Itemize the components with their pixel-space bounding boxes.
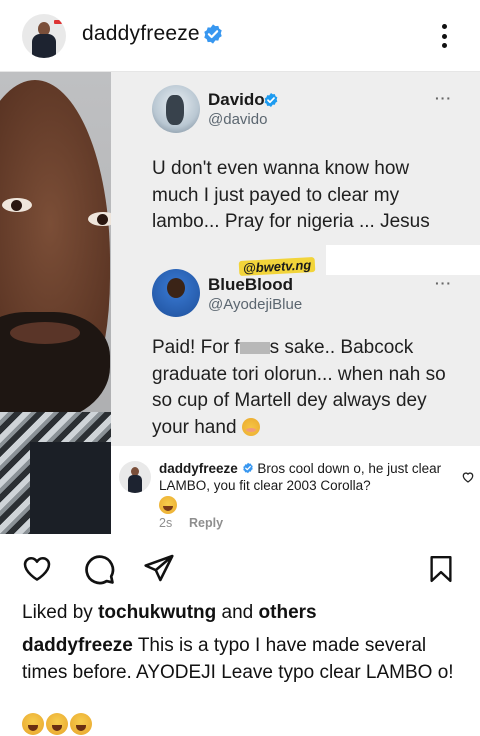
tweet-avatar bbox=[152, 85, 200, 133]
crying-laughing-emoji-icon bbox=[70, 713, 92, 735]
reply-button[interactable]: Reply bbox=[189, 516, 223, 530]
verified-badge-icon bbox=[264, 93, 278, 107]
watermark: @bwetv.ng bbox=[238, 257, 316, 276]
likes-summary[interactable]: Liked by tochukwutng and others bbox=[22, 602, 317, 624]
more-vertical-icon bbox=[441, 24, 447, 29]
post-image[interactable]: Davido @davido ··· U don't even wanna kn… bbox=[0, 72, 480, 534]
liked-by-user[interactable]: tochukwutng bbox=[98, 602, 216, 623]
liked-by-others[interactable]: others bbox=[259, 602, 317, 623]
more-horizontal-icon: ··· bbox=[435, 275, 452, 291]
tweet-name: Davido bbox=[208, 90, 265, 109]
username[interactable]: daddyfreeze bbox=[82, 22, 200, 46]
tweet-text: Paid! For fs sake.. Babcock graduate tor… bbox=[152, 337, 446, 438]
crying-laughing-emoji-icon bbox=[46, 713, 68, 735]
avatar-suit bbox=[32, 34, 56, 58]
post-header: daddyfreeze bbox=[0, 0, 480, 72]
comment-timestamp: 2s bbox=[159, 516, 173, 530]
comment-text: daddyfreeze Bros cool down o, he just cl… bbox=[159, 460, 459, 494]
divider-patch bbox=[326, 245, 480, 275]
heart-icon[interactable] bbox=[20, 552, 54, 584]
tweet-avatar bbox=[152, 269, 200, 317]
heart-icon[interactable] bbox=[461, 470, 475, 484]
avatar-tag bbox=[54, 20, 62, 24]
caption-emojis bbox=[22, 713, 92, 735]
bookmark-icon[interactable] bbox=[426, 552, 456, 586]
share-icon[interactable] bbox=[142, 552, 176, 584]
avatar[interactable] bbox=[119, 461, 151, 493]
verified-badge-icon bbox=[242, 462, 253, 474]
post-caption: daddyfreeze This is a typo I have made s… bbox=[22, 632, 462, 686]
tweet-screenshot: Davido @davido ··· U don't even wanna kn… bbox=[111, 72, 480, 446]
comment-icon[interactable] bbox=[82, 552, 116, 586]
comment-item: daddyfreeze Bros cool down o, he just cl… bbox=[111, 446, 480, 534]
caption-username[interactable]: daddyfreeze bbox=[22, 635, 133, 656]
action-bar bbox=[0, 534, 480, 604]
tweet-name: BlueBlood bbox=[208, 275, 293, 294]
more-options-button[interactable] bbox=[432, 20, 456, 52]
tweet-text: U don't even wanna know how much I just … bbox=[152, 158, 430, 232]
portrait-photo bbox=[0, 72, 111, 534]
laughing-emoji-icon bbox=[159, 496, 177, 514]
tweet-handle: @davido bbox=[208, 111, 268, 128]
tweet-handle: @AyodejiBlue bbox=[208, 296, 303, 313]
crying-laughing-emoji-icon bbox=[22, 713, 44, 735]
avatar[interactable] bbox=[22, 14, 66, 58]
censor-block bbox=[239, 341, 270, 354]
more-horizontal-icon: ··· bbox=[435, 90, 452, 106]
verified-badge-icon bbox=[204, 24, 222, 44]
comment-username[interactable]: daddyfreeze bbox=[159, 461, 238, 476]
flushed-face-emoji-icon bbox=[241, 417, 260, 436]
